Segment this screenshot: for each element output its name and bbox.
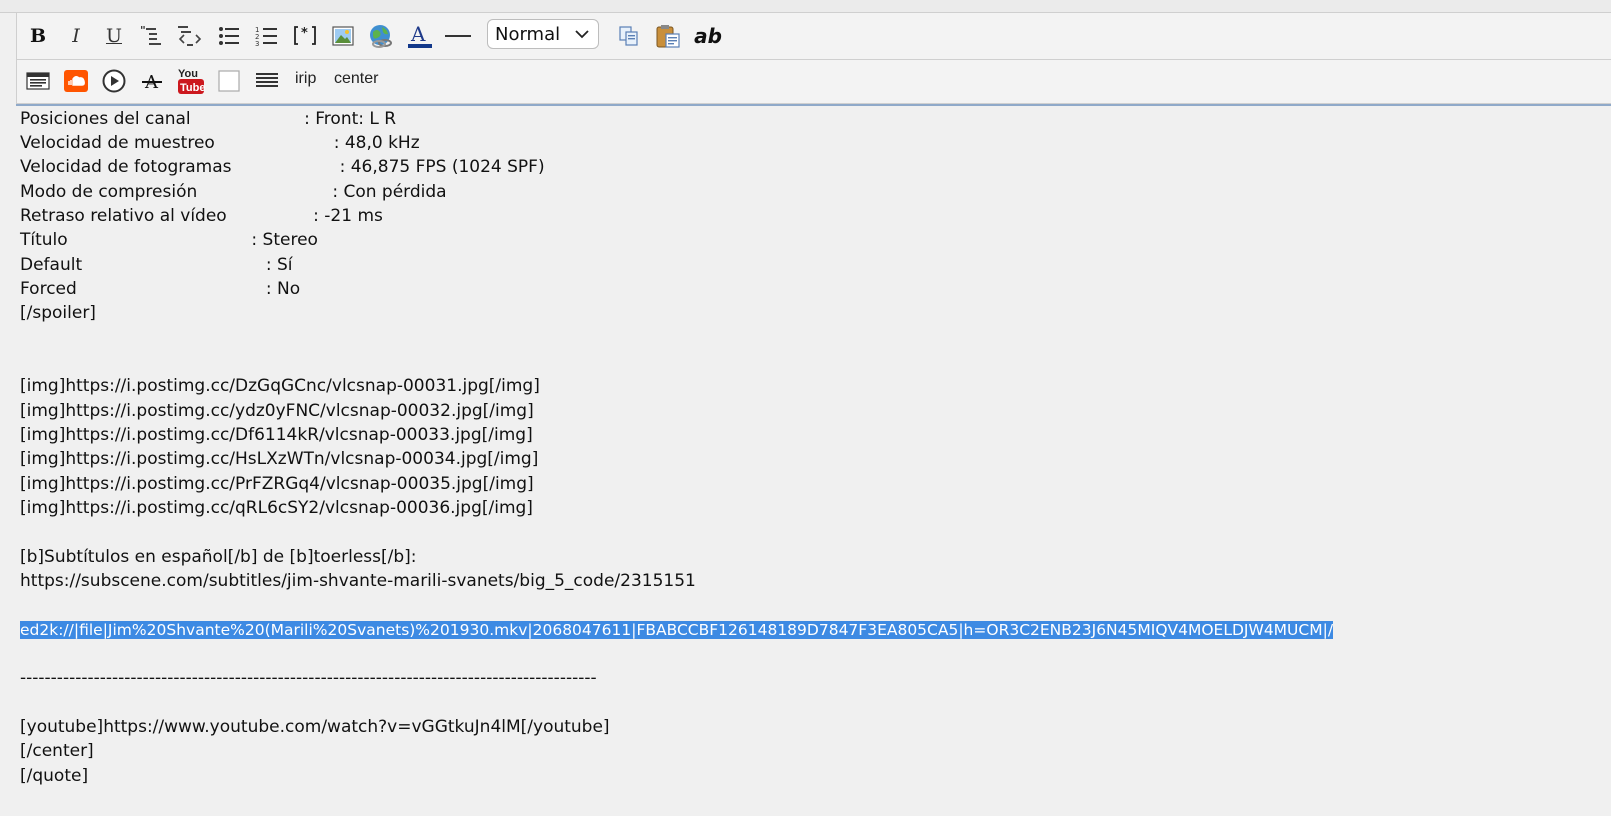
- editor-toolbar-primary: B I U " 1 2 3 * A Normal ab: [16, 12, 1611, 60]
- soundcloud-icon: [64, 70, 88, 92]
- selected-text: ed2k://|file|Jim%20Shvante%20(Marili%20S…: [20, 621, 1334, 639]
- editor-line: [img]https://i.postimg.cc/Df6114kR/vlcsn…: [20, 425, 533, 445]
- editor-line: [img]https://i.postimg.cc/HsLXzWTn/vlcsn…: [20, 449, 539, 469]
- editor-line: [img]https://i.postimg.cc/PrFZRGq4/vlcsn…: [20, 474, 534, 494]
- bold-icon: B: [29, 25, 47, 47]
- play-media-button[interactable]: [99, 66, 129, 96]
- editor-line: Default : Sí: [20, 255, 293, 275]
- paste-icon: [656, 25, 680, 48]
- blank-box-icon: [218, 70, 240, 92]
- editor-line: Posiciones del canal : Front: L R: [20, 109, 397, 129]
- numbered-list-button[interactable]: 1 2 3: [252, 21, 282, 51]
- svg-text:*: *: [301, 26, 308, 41]
- list-item-icon: *: [294, 26, 316, 45]
- svg-text:Tube: Tube: [180, 82, 205, 94]
- play-icon: [102, 69, 126, 93]
- horizontal-rule-button[interactable]: [443, 21, 473, 51]
- soundcloud-button[interactable]: [61, 66, 91, 96]
- italic-icon: I: [72, 25, 80, 47]
- list-item-button[interactable]: *: [290, 21, 320, 51]
- paste-button[interactable]: [653, 21, 683, 51]
- code-icon: [178, 26, 202, 46]
- font-color-button[interactable]: A: [405, 21, 435, 51]
- svg-text:You: You: [178, 68, 198, 80]
- insert-image-button[interactable]: [328, 21, 358, 51]
- code-button[interactable]: [175, 21, 205, 51]
- italic-button[interactable]: I: [61, 21, 91, 51]
- editor-line: Retraso relativo al vídeo : -21 ms: [20, 206, 383, 226]
- format-select[interactable]: Normal: [487, 19, 599, 49]
- editor-line: [img]https://i.postimg.cc/qRL6cSY2/vlcsn…: [20, 498, 533, 518]
- justify-icon: [256, 73, 278, 87]
- bulleted-list-icon: [219, 27, 239, 45]
- underline-button[interactable]: U: [99, 21, 129, 51]
- strikethrough-icon: A: [142, 72, 162, 93]
- strikethrough-button[interactable]: A: [137, 66, 167, 96]
- insert-link-button[interactable]: [366, 21, 396, 51]
- editor-line: https://subscene.com/subtitles/jim-shvan…: [20, 571, 696, 591]
- editor-line: [/center]: [20, 741, 94, 761]
- editor-line: ----------------------------------------…: [20, 668, 597, 688]
- numbered-list-icon: 1 2 3: [255, 26, 277, 48]
- bulleted-list-button[interactable]: [214, 21, 244, 51]
- svg-text:": ": [140, 24, 146, 37]
- svg-text:A: A: [410, 22, 426, 46]
- blank-box-button[interactable]: [214, 66, 244, 96]
- underline-icon: U: [105, 25, 122, 47]
- spoiler-icon: [26, 72, 50, 90]
- editor-line: [img]https://i.postimg.cc/ydz0yFNC/vlcsn…: [20, 401, 534, 421]
- editor-line: [img]https://i.postimg.cc/DzGqGCnc/vlcsn…: [20, 376, 540, 396]
- quote-button[interactable]: ": [137, 21, 167, 51]
- editor-line: [b]Subtítulos en español[/b] de [b]toerl…: [20, 547, 417, 567]
- chevron-down-icon: [575, 30, 589, 39]
- quote-icon: ": [140, 24, 161, 45]
- editor-textarea[interactable]: Posiciones del canal : Front: L R Veloci…: [16, 104, 1611, 816]
- spellcheck-icon: ab: [694, 24, 722, 48]
- irip-button[interactable]: irip: [295, 70, 316, 88]
- editor-line: Velocidad de fotogramas : 46,875 FPS (10…: [20, 157, 545, 177]
- format-select-value: Normal: [495, 23, 561, 45]
- editor-line: Título : Stereo: [20, 230, 318, 250]
- svg-text:3: 3: [255, 40, 259, 48]
- copy-icon: [619, 26, 638, 46]
- youtube-button[interactable]: You Tube: [175, 64, 207, 98]
- image-icon: [332, 26, 354, 46]
- editor-line: Modo de compresión : Con pérdida: [20, 182, 447, 202]
- link-globe-icon: [370, 25, 392, 48]
- editor-line: Forced : No: [20, 279, 301, 299]
- editor-line-selected: ed2k://|file|Jim%20Shvante%20(Marili%20S…: [20, 618, 1334, 642]
- youtube-icon: You Tube: [178, 68, 205, 94]
- copy-button[interactable]: [614, 21, 644, 51]
- editor-line: [/spoiler]: [20, 303, 96, 323]
- font-color-icon: A: [408, 22, 432, 48]
- bold-button[interactable]: B: [23, 21, 53, 51]
- horizontal-rule-icon: [445, 35, 471, 37]
- center-button[interactable]: center: [334, 70, 378, 88]
- spoiler-button[interactable]: [23, 66, 53, 96]
- spellcheck-button[interactable]: ab: [691, 21, 725, 51]
- editor-line: [/quote]: [20, 766, 89, 786]
- justify-button[interactable]: [252, 66, 282, 96]
- editor-toolbar-secondary: A You Tube irip center: [16, 60, 1611, 104]
- editor-line: [youtube]https://www.youtube.com/watch?v…: [20, 717, 610, 737]
- editor-line: Velocidad de muestreo : 48,0 kHz: [20, 133, 420, 153]
